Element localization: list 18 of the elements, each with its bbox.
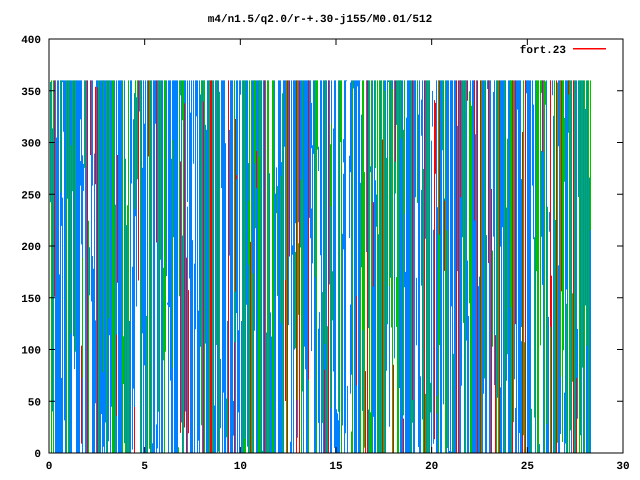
y-tick-label: 400 [21, 35, 41, 47]
y-tick-label: 50 [28, 397, 41, 410]
x-tick-label: 25 [520, 461, 534, 473]
y-tick-label: 0 [34, 449, 41, 461]
x-tick-label: 20 [425, 461, 438, 473]
y-tick-label: 200 [21, 242, 41, 254]
y-tick-label: 150 [21, 294, 41, 306]
y-tick-label: 350 [21, 86, 41, 99]
x-tick-label: 5 [141, 461, 148, 473]
legend-label: fort.23 [520, 45, 566, 57]
chart-title: m4/n1.5/q2.0/r-+.30-j155/M0.01/512 [208, 14, 432, 26]
x-tick-label: 10 [234, 461, 247, 473]
y-tick-label: 250 [21, 190, 41, 202]
y-tick-label: 100 [21, 346, 41, 358]
x-tick-label: 30 [616, 461, 630, 473]
x-tick-label: 15 [329, 461, 343, 473]
y-tick-label: 300 [21, 138, 41, 150]
x-tick-label: 0 [46, 461, 52, 473]
